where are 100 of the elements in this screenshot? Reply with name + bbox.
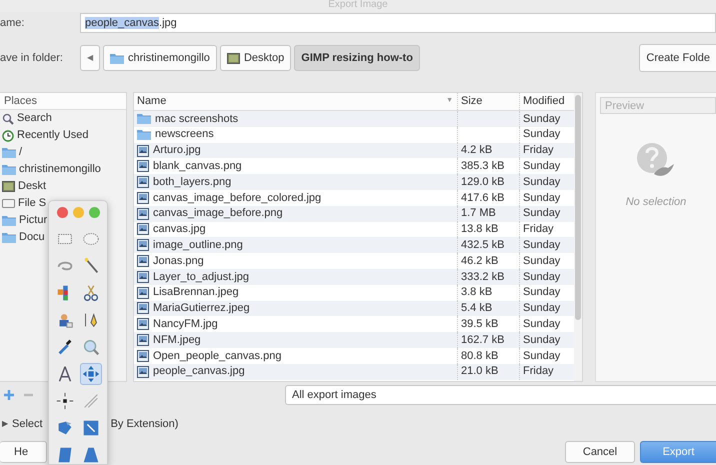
window-control-icon[interactable] — [57, 207, 68, 218]
file-size: 129.0 kB — [461, 174, 504, 190]
image-file-icon — [137, 255, 149, 268]
file-filter-dropdown[interactable]: All export images — [285, 385, 716, 405]
scissors-tool-icon — [81, 283, 101, 303]
clock-icon — [2, 130, 14, 142]
expander-label[interactable]: By Extension) — [110, 416, 178, 432]
image-file-icon — [137, 318, 149, 330]
file-name[interactable]: people_canvas.jpg — [153, 363, 245, 380]
folder-icon — [110, 52, 124, 64]
file-name[interactable]: mac screenshots — [155, 110, 238, 128]
file-name[interactable]: newscreens — [155, 126, 214, 143]
file-size: 39.5 kB — [461, 317, 498, 332]
file-name[interactable]: canvas_image_before_colored.jpg — [153, 190, 322, 206]
help-button[interactable]: He — [0, 441, 47, 463]
search-icon — [2, 112, 14, 124]
scale-tool-icon — [81, 418, 101, 438]
folder-icon — [2, 215, 16, 226]
file-size: 13.8 kB — [461, 222, 498, 238]
file-size: 46.2 kB — [461, 254, 498, 269]
desktop-icon — [226, 52, 240, 64]
places-item[interactable]: File S — [18, 195, 46, 212]
file-name[interactable]: canvas.jpg — [153, 221, 206, 238]
desktop-icon — [2, 181, 15, 192]
zoom-tool-icon — [81, 337, 101, 357]
file-modified: Sunday — [523, 348, 560, 364]
file-modified: Sunday — [523, 270, 560, 285]
file-modified: Sunday — [523, 190, 560, 206]
file-name[interactable]: blank_canvas.png — [153, 158, 242, 175]
places-header: Places — [0, 93, 126, 110]
folder-icon — [137, 129, 151, 140]
file-modified: Sunday — [523, 159, 560, 174]
file-size: 5.4 kB — [461, 301, 492, 316]
file-size: 333.2 kB — [461, 270, 504, 285]
file-name[interactable]: image_outline.png — [153, 237, 243, 254]
file-modified: Sunday — [523, 254, 560, 269]
file-modified: Friday — [523, 364, 554, 380]
file-name[interactable]: Open_people_canvas.png — [153, 348, 282, 364]
file-modified: Friday — [523, 143, 554, 158]
name-label: ame: — [0, 16, 26, 31]
expander-label[interactable]: Select — [12, 416, 43, 432]
image-file-icon — [137, 286, 149, 299]
file-size: 21.0 kB — [461, 364, 498, 380]
file-name[interactable]: canvas_image_before.png — [153, 205, 283, 222]
folder-icon — [2, 232, 16, 243]
file-name[interactable]: NancyFM.jpg — [153, 316, 218, 333]
folder-icon — [2, 147, 16, 158]
file-modified: Sunday — [523, 174, 560, 190]
save-in-label: ave in folder: — [0, 50, 64, 66]
places-item[interactable]: Deskt — [18, 178, 46, 195]
file-modified: Sunday — [523, 112, 560, 127]
places-item[interactable]: Search — [17, 110, 52, 127]
file-modified: Sunday — [523, 238, 560, 254]
file-size: 385.3 kB — [461, 159, 504, 174]
file-size: 417.6 kB — [461, 190, 504, 206]
cancel-button[interactable]: Cancel — [565, 441, 635, 463]
add-remove-icon — [4, 389, 34, 401]
file-size: 4.2 kB — [461, 143, 492, 158]
file-size: 162.7 kB — [461, 332, 504, 348]
filename-field[interactable]: people_canvas.jpg — [80, 13, 716, 33]
file-name[interactable]: LisaBrennan.jpeg — [153, 284, 239, 301]
file-name[interactable]: both_layers.png — [153, 174, 232, 190]
column-header[interactable]: Size — [461, 93, 482, 110]
file-name[interactable]: Layer_to_adjust.jpg — [153, 268, 250, 286]
places-item[interactable]: / — [19, 144, 22, 161]
image-file-icon — [137, 160, 149, 172]
file-name[interactable]: Arturo.jpg — [153, 142, 201, 159]
places-item[interactable]: Recently Used — [17, 127, 89, 144]
expander-arrow-icon[interactable]: ▶ — [2, 418, 8, 430]
path-button[interactable]: GIMP resizing how-to — [294, 45, 420, 71]
file-modified: Sunday — [523, 301, 560, 316]
scrollbar-thumb[interactable] — [575, 95, 581, 320]
column-header[interactable]: Modified — [523, 93, 565, 110]
file-modified: Sunday — [523, 332, 560, 348]
file-modified: Sunday — [523, 127, 560, 142]
back-button[interactable]: ◀ — [80, 45, 100, 71]
column-header[interactable]: Name — [137, 93, 166, 110]
file-modified: Sunday — [523, 317, 560, 332]
file-name[interactable]: Jonas.png — [153, 252, 204, 270]
path-button[interactable]: christinemongillo — [103, 45, 217, 71]
file-size: 432.5 kB — [461, 238, 504, 254]
file-name[interactable]: MariaGutierrez.jpeg — [153, 300, 250, 317]
file-size: 3.8 kB — [461, 285, 492, 300]
places-item[interactable]: Docu — [19, 229, 45, 246]
move-tool-icon — [81, 364, 101, 384]
preview-message: No selection — [626, 195, 686, 210]
file-size: 1.7 MB — [461, 206, 496, 222]
places-item[interactable]: christinemongillo — [19, 161, 101, 178]
perspective-tool-icon — [81, 445, 101, 464]
file-size: 80.8 kB — [461, 348, 498, 364]
places-item[interactable]: Pictur — [19, 212, 48, 229]
file-name[interactable]: NFM.jpeg — [153, 332, 201, 348]
file-modified: Friday — [523, 222, 554, 238]
create-folder-button[interactable]: Create Folde — [639, 44, 716, 72]
path-button[interactable]: Desktop — [220, 45, 292, 71]
image-file-icon — [137, 350, 149, 362]
file-modified: Sunday — [523, 206, 560, 222]
image-file-icon — [137, 192, 149, 204]
preview-header: Preview — [600, 97, 716, 114]
folder-icon — [137, 113, 151, 124]
